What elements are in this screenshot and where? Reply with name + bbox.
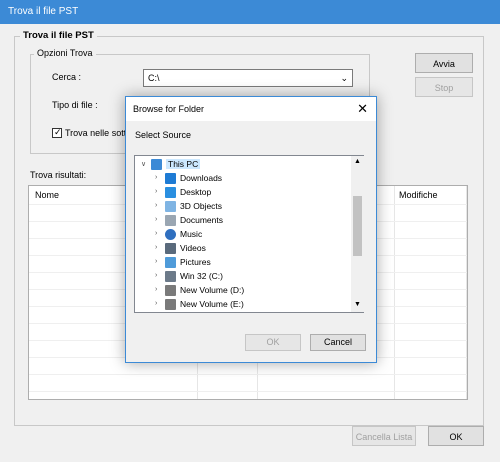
tree-item-label: New Volume (D:): [180, 285, 245, 295]
dialog-title: Browse for Folder: [133, 104, 205, 114]
tree-item-label: Videos: [180, 243, 206, 253]
column-header-name: Nome: [35, 190, 60, 200]
clear-list-button[interactable]: Cancella Lista: [352, 426, 416, 446]
tree-item-label: 3D Objects: [180, 201, 223, 211]
tree-item-label: Downloads: [180, 173, 223, 183]
chevron-right-icon[interactable]: ›: [155, 244, 157, 251]
subfolders-label: Trova nelle sotto: [65, 128, 132, 138]
folder-tree[interactable]: ∨ This PC › Downloads › Desktop › 3D Objects › Do…: [134, 155, 364, 313]
music-icon: [165, 229, 176, 240]
tree-item-label: Music: [180, 229, 203, 239]
search-label: Cerca :: [52, 72, 82, 82]
tree-item[interactable]: › New Volume (E:): [135, 298, 349, 312]
tree-item[interactable]: › Win 32 (C:): [135, 270, 349, 284]
tree-item[interactable]: › Desktop: [135, 186, 349, 200]
tree-item[interactable]: › Pictures: [135, 256, 349, 270]
chevron-right-icon[interactable]: ›: [155, 174, 157, 181]
column-header-modified: Modifiche: [399, 190, 438, 200]
tree-item[interactable]: › Downloads: [135, 172, 349, 186]
row-divider: [29, 374, 467, 375]
search-value: C:\: [148, 73, 160, 83]
computer-icon: [151, 159, 162, 170]
column-divider: [466, 186, 467, 399]
chevron-right-icon[interactable]: ›: [155, 216, 157, 223]
subfolders-checkbox[interactable]: ✓: [52, 127, 62, 138]
main-group-title: Trova il file PST: [20, 30, 97, 41]
file-type-label: Tipo di file :: [52, 100, 98, 110]
downloads-icon: [165, 173, 176, 184]
checkmark-icon: ✓: [54, 127, 62, 137]
videos-icon: [165, 243, 176, 254]
tree-scrollbar[interactable]: ▲ ▼: [351, 156, 364, 312]
browse-folder-dialog: Browse for Folder ✕ Select Source ∨ This …: [125, 96, 377, 363]
stop-button[interactable]: Stop: [415, 77, 473, 97]
cube-icon: [165, 201, 176, 212]
tree-item[interactable]: › Music: [135, 228, 349, 242]
tree-item[interactable]: ∨ This PC: [135, 158, 349, 172]
drive-icon: [165, 285, 176, 296]
tree-item[interactable]: › Videos: [135, 242, 349, 256]
tree-item[interactable]: › New Volume (D:): [135, 284, 349, 298]
documents-icon: [165, 215, 176, 226]
chevron-down-icon: ⌄: [340, 73, 348, 83]
tree-item-label: Pictures: [180, 257, 211, 267]
tree-item-label: New Volume (E:): [180, 299, 244, 309]
chevron-right-icon[interactable]: ›: [155, 286, 157, 293]
chevron-right-icon[interactable]: ›: [155, 188, 157, 195]
search-combo[interactable]: C:\ ⌄: [143, 69, 353, 87]
column-divider: [394, 186, 395, 399]
pictures-icon: [165, 257, 176, 268]
start-button[interactable]: Avvia: [415, 53, 473, 73]
chevron-right-icon[interactable]: ›: [155, 300, 157, 307]
dialog-cancel-button[interactable]: Cancel: [310, 334, 366, 351]
tree-item-label: Win 32 (C:): [180, 271, 223, 281]
chevron-right-icon[interactable]: ›: [155, 230, 157, 237]
chevron-down-icon[interactable]: ∨: [141, 160, 146, 168]
desktop-icon: [165, 187, 176, 198]
tree-item[interactable]: › 3D Objects: [135, 200, 349, 214]
row-divider: [29, 391, 467, 392]
chevron-right-icon[interactable]: ›: [155, 202, 157, 209]
tree-item[interactable]: › Documents: [135, 214, 349, 228]
options-title: Opzioni Trova: [34, 48, 96, 58]
scroll-up-icon[interactable]: ▲: [354, 158, 361, 165]
ok-button[interactable]: OK: [428, 426, 484, 446]
scrollbar-thumb[interactable]: [353, 196, 362, 256]
chevron-right-icon[interactable]: ›: [155, 258, 157, 265]
chevron-right-icon[interactable]: ›: [155, 272, 157, 279]
dialog-subtitle: Select Source: [135, 130, 192, 140]
scroll-down-icon[interactable]: ▼: [354, 301, 361, 308]
dialog-ok-button[interactable]: OK: [245, 334, 301, 351]
window-title: Trova il file PST: [8, 6, 79, 17]
window-titlebar: Trova il file PST: [0, 0, 500, 24]
results-title: Trova risultati:: [30, 170, 87, 180]
windows-drive-icon: [165, 271, 176, 282]
tree-item-label: This PC: [166, 159, 201, 169]
close-icon[interactable]: ✕: [357, 101, 368, 117]
tree-item-label: Desktop: [180, 187, 212, 197]
tree-item-label: Documents: [180, 215, 223, 225]
dialog-titlebar: Browse for Folder ✕: [126, 97, 376, 121]
drive-icon: [165, 299, 176, 310]
